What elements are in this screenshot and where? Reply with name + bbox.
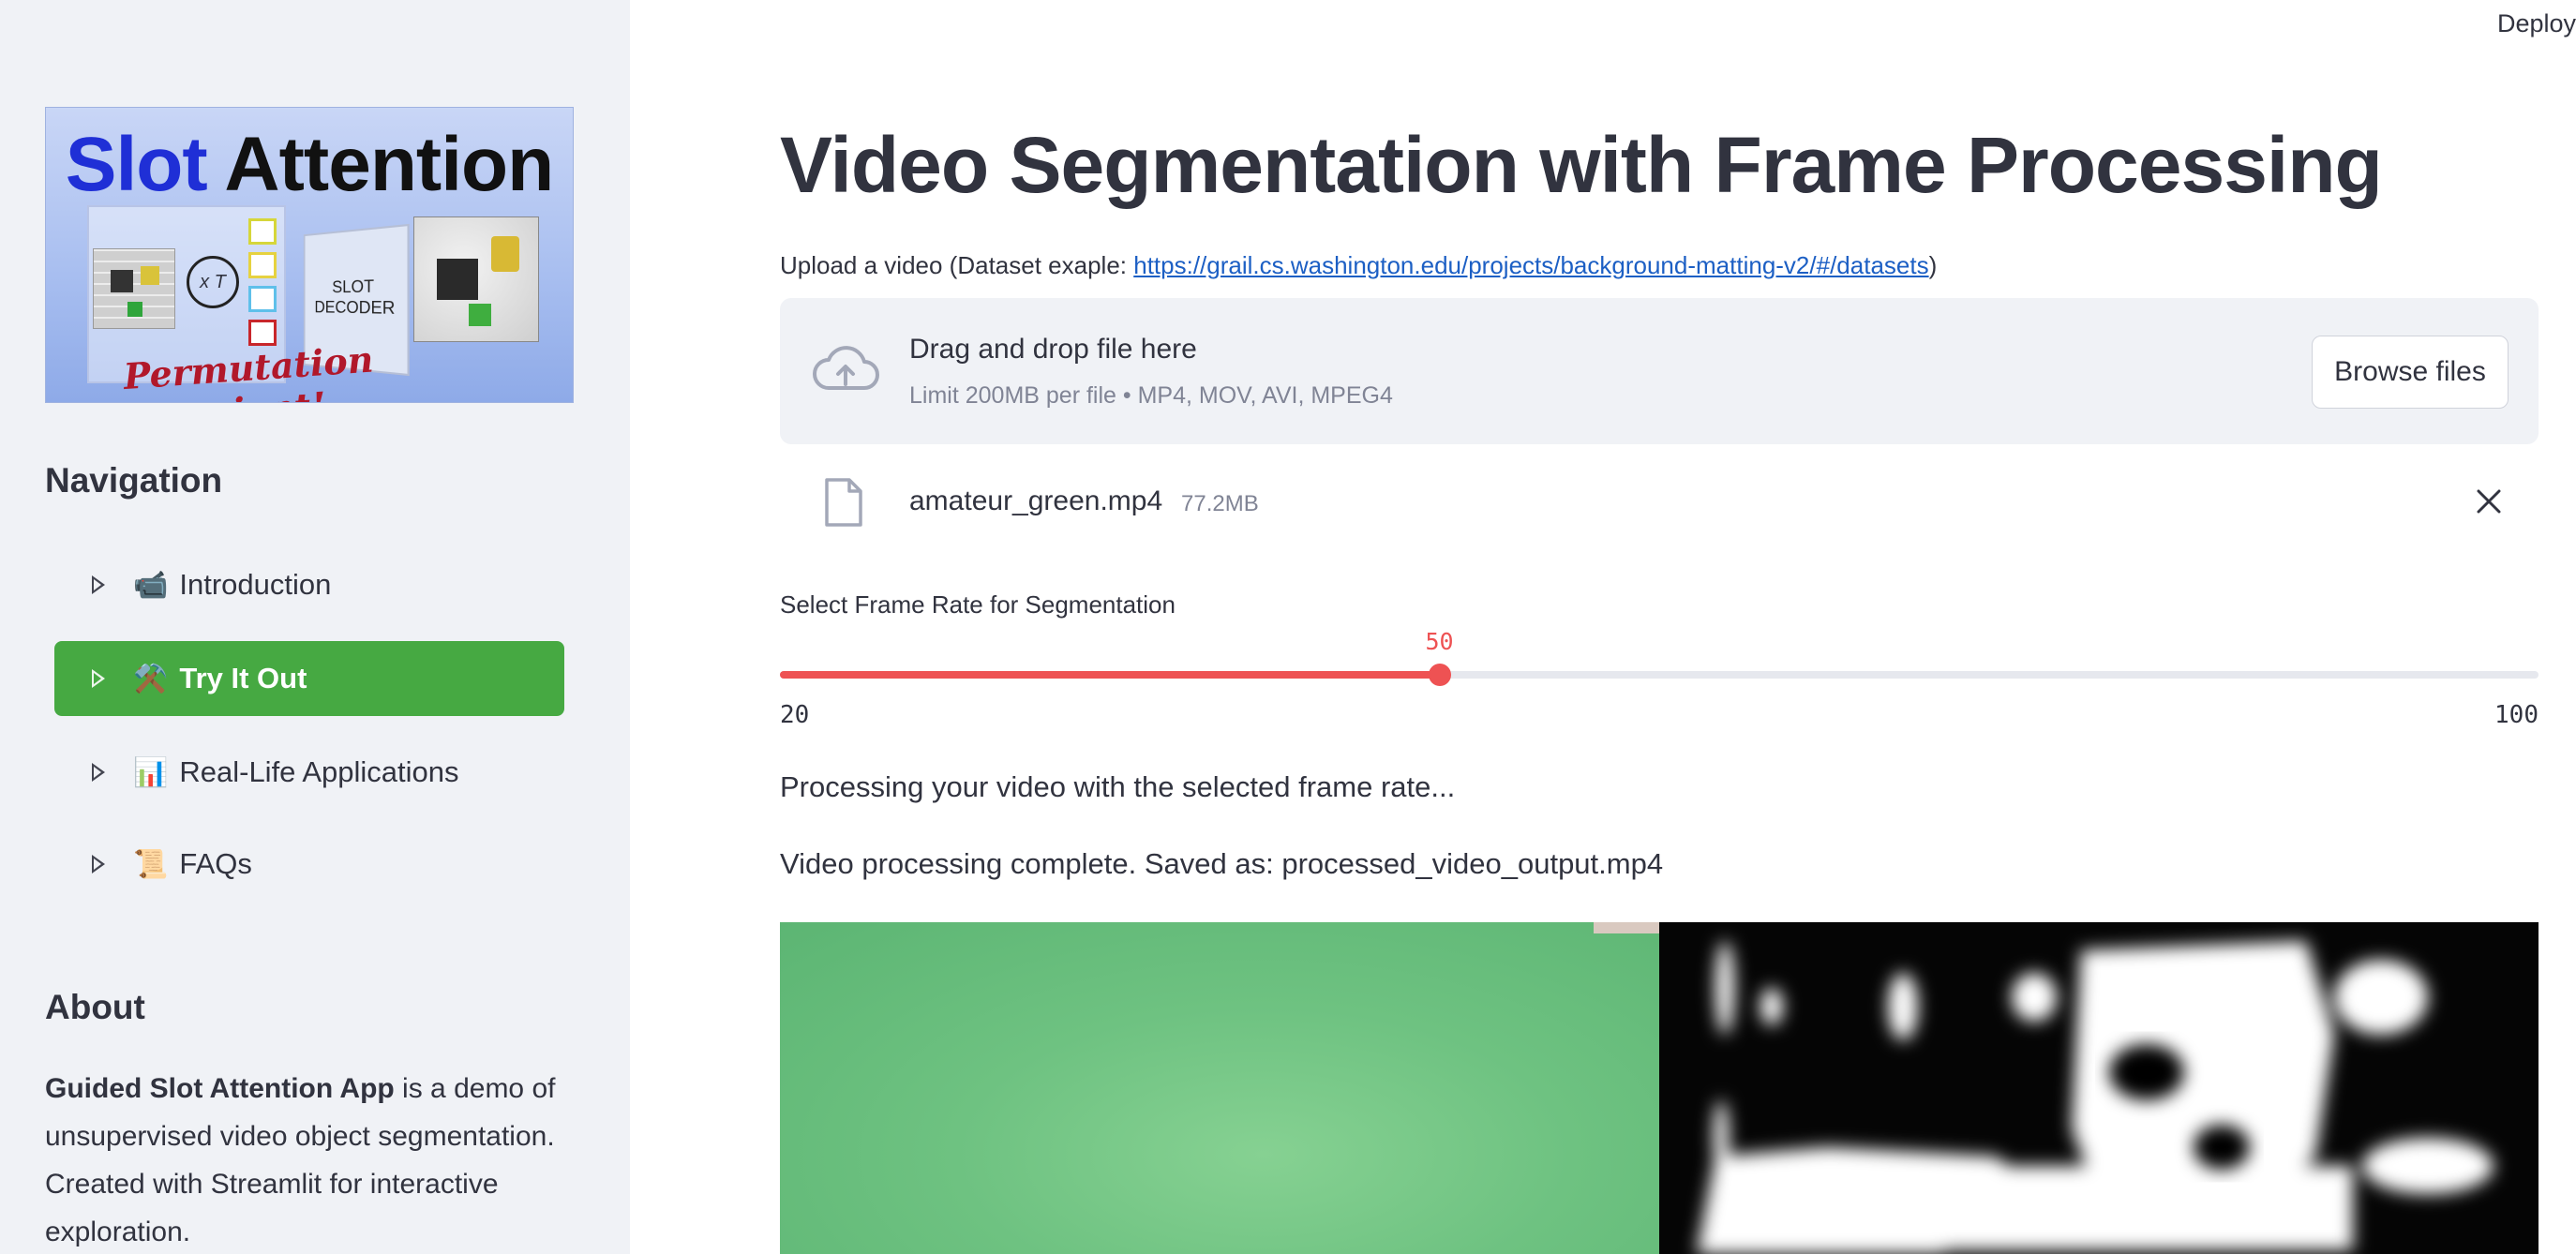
nav-item-real-life-applications[interactable]: 📊 Real-Life Applications <box>54 735 564 810</box>
expand-triangle-icon <box>92 669 105 688</box>
frame-rate-slider[interactable]: 50 20 100 <box>780 628 2539 740</box>
dataset-link[interactable]: https://grail.cs.washington.edu/projects… <box>1133 251 1928 279</box>
upload-label-suffix: ) <box>1928 251 1938 279</box>
logo-slots <box>248 218 282 353</box>
video-output[interactable] <box>780 922 2539 1254</box>
logo-input-image <box>93 248 175 329</box>
hammer-pick-icon: ⚒️ <box>133 663 169 694</box>
about-app-name: Guided Slot Attention App <box>45 1073 395 1104</box>
app-root: Slot Attention x T SLOT DECODER Permutat… <box>0 0 2576 1254</box>
logo-title-attention: Attention <box>224 122 554 207</box>
uploaded-file-row: amateur_green.mp4 77.2MB <box>780 469 2539 540</box>
slot-attention-logo: Slot Attention x T SLOT DECODER Permutat… <box>45 107 574 403</box>
nav-item-label: Introduction <box>179 568 332 601</box>
page-title: Video Segmentation with Frame Processing <box>780 121 2383 209</box>
expand-triangle-icon <box>92 763 105 782</box>
slider-current-value: 50 <box>1425 628 1454 655</box>
close-icon[interactable] <box>2475 487 2503 515</box>
file-icon <box>825 478 862 527</box>
expand-triangle-icon <box>92 575 105 594</box>
nav-item-try-it-out[interactable]: ⚒️ Try It Out <box>54 641 564 716</box>
bar-chart-icon: 📊 <box>133 756 169 788</box>
nav-item-introduction[interactable]: 📹 Introduction <box>54 547 564 622</box>
file-size: 77.2MB <box>1181 491 1259 516</box>
original-frame <box>780 922 1659 1254</box>
video-camera-icon: 📹 <box>133 569 169 601</box>
dropzone-title: Drag and drop file here <box>909 334 1197 365</box>
segmentation-mask-frame <box>1659 922 2539 1254</box>
file-dropzone[interactable]: Drag and drop file here Limit 200MB per … <box>780 298 2539 444</box>
logo-iteration-icon: x T <box>187 256 239 308</box>
navigation-heading: Navigation <box>45 461 223 500</box>
nav-item-faqs[interactable]: 📜 FAQs <box>54 827 564 902</box>
slider-min-label: 20 <box>780 701 810 729</box>
deploy-button[interactable]: Deploy <box>2497 9 2576 38</box>
browse-files-button[interactable]: Browse files <box>2312 336 2509 409</box>
upload-label: Upload a video (Dataset exaple: https://… <box>780 251 1937 280</box>
slider-fill <box>780 671 1440 679</box>
logo-title: Slot Attention <box>46 121 573 209</box>
sidebar: Slot Attention x T SLOT DECODER Permutat… <box>0 0 630 1254</box>
upload-label-prefix: Upload a video (Dataset exaple: <box>780 251 1134 279</box>
file-name: amateur_green.mp4 <box>909 485 1163 516</box>
logo-render-image <box>413 216 539 342</box>
cloud-upload-icon <box>813 346 879 390</box>
slider-thumb[interactable] <box>1428 664 1451 686</box>
status-complete: Video processing complete. Saved as: pro… <box>780 847 1664 880</box>
dropzone-limit: Limit 200MB per file • MP4, MOV, AVI, MP… <box>909 382 1393 409</box>
about-heading: About <box>45 988 145 1026</box>
logo-title-slot: Slot <box>65 122 208 207</box>
nav-item-label: FAQs <box>179 847 252 880</box>
scroll-icon: 📜 <box>133 848 169 880</box>
status-processing: Processing your video with the selected … <box>780 770 1456 803</box>
slider-max-label: 100 <box>2494 701 2539 729</box>
expand-triangle-icon <box>92 855 105 873</box>
about-text: Guided Slot Attention App is a demo of u… <box>45 1065 589 1254</box>
nav-item-label: Real-Life Applications <box>179 755 459 788</box>
slider-label: Select Frame Rate for Segmentation <box>780 590 1176 619</box>
nav-item-label: Try It Out <box>179 662 307 694</box>
